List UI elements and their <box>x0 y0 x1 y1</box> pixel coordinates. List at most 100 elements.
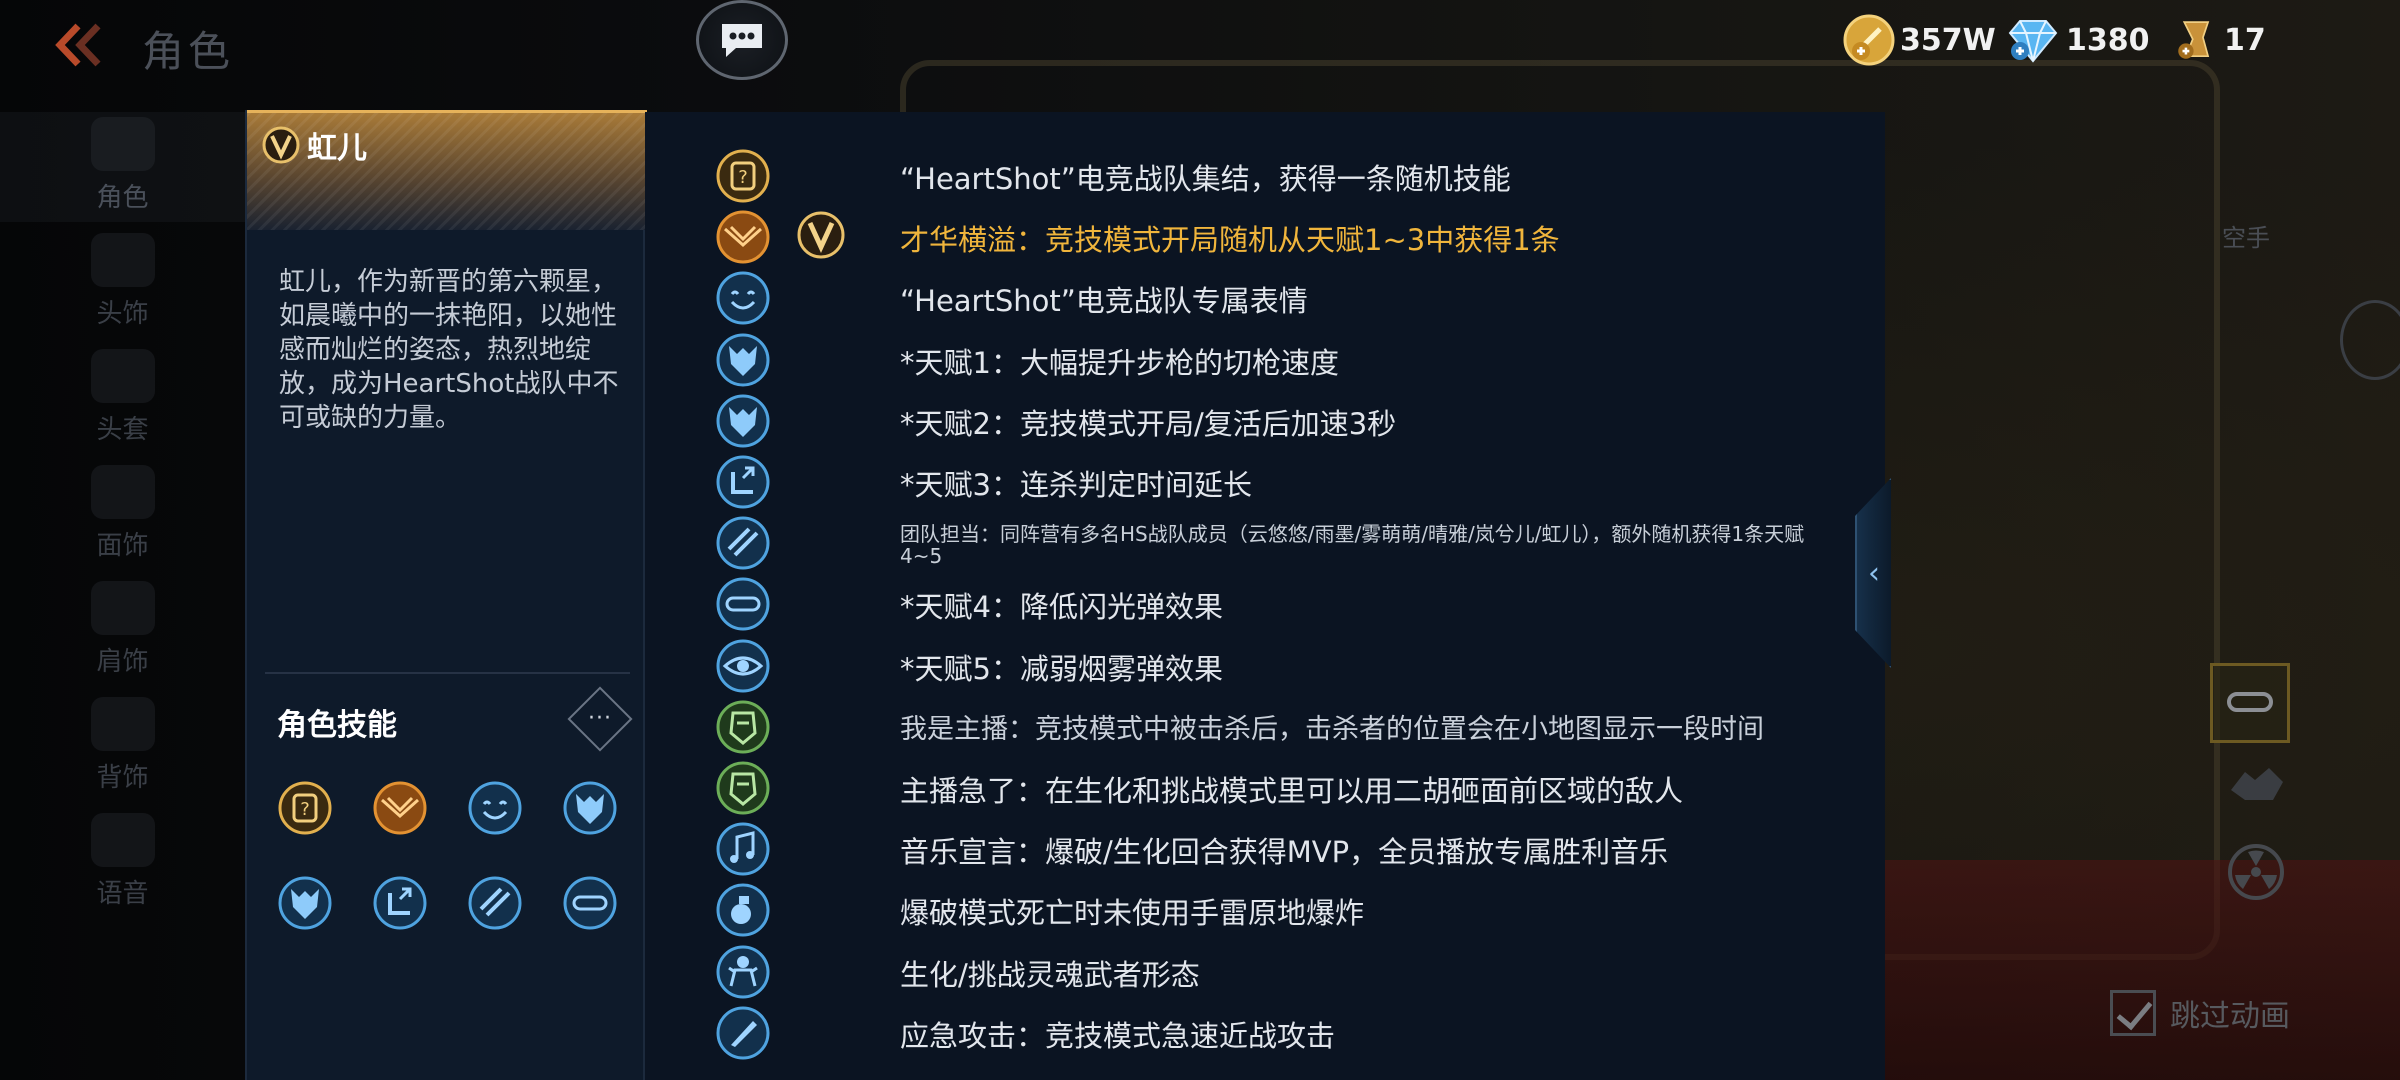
skill-slot[interactable] <box>372 875 428 931</box>
skill-detail-text: 爆破模式死亡时未使用手雷原地爆炸 <box>900 896 1365 931</box>
divider <box>265 672 630 674</box>
skill-detail-row: 音乐宣言：爆破/生化回合获得MVP，全员播放专属胜利音乐 <box>645 815 1885 876</box>
smile-emote-icon <box>468 781 522 835</box>
nav-item-headwear[interactable]: 头饰 <box>0 228 245 338</box>
skills-detail-panel: ? “HeartShot”电竞战队集结，获得一条随机技能才华横溢：竞技模式开局随机… <box>645 112 1885 1080</box>
top-bar: 角色 357W 1380 17 <box>0 0 2400 90</box>
skill-detail-text: *天赋5：减弱烟雾弹效果 <box>900 651 1223 686</box>
character-name-row: 虹儿 <box>261 121 367 169</box>
skill-detail-row: *天赋1：大幅提升步枪的切枪速度 <box>645 326 1885 387</box>
back-button[interactable] <box>50 18 120 72</box>
skill-slot[interactable] <box>372 780 428 836</box>
skill-detail-text: “HeartShot”电竞战队集结，获得一条随机技能 <box>900 162 1511 196</box>
nav-item-voice[interactable]: 语音 <box>0 808 245 918</box>
skill-detail-text: 应急攻击：竞技模式急速近战攻击 <box>900 1018 1336 1053</box>
nav-item-label: 头饰 <box>96 299 149 329</box>
boot-up-arrow-icon <box>373 876 427 930</box>
skill-detail-row: “HeartShot”电竞战队专属表情 <box>645 264 1885 325</box>
radiation-icon <box>2228 844 2284 900</box>
skill-detail-text: “HeartShot”电竞战队专属表情 <box>900 284 1308 319</box>
mystery-skill-icon: ? <box>716 149 770 203</box>
wolf-head-icon <box>716 333 770 387</box>
nav-item-back[interactable]: 背饰 <box>0 692 245 802</box>
skill-detail-row: ? “HeartShot”电竞战队集结，获得一条随机技能 <box>645 142 1885 203</box>
nav-item-face[interactable]: 面饰 <box>0 460 245 570</box>
left-nav: 角色 头饰 头套 面饰 肩饰 背饰 语音 <box>0 112 245 1080</box>
role-icon <box>90 117 155 171</box>
skill-slot[interactable]: ? <box>277 780 333 836</box>
nav-item-hood[interactable]: 头套 <box>0 344 245 454</box>
skill-detail-text: 我是主播：竞技模式中被击杀后，击杀者的位置会在小地图显示一段时间 <box>900 713 1764 745</box>
svg-text:?: ? <box>738 167 748 188</box>
eye-shield-icon <box>716 639 770 693</box>
nav-item-label: 背饰 <box>96 763 149 793</box>
chat-bubble-icon <box>722 24 762 57</box>
goggles-icon <box>2227 692 2273 712</box>
nav-item-role[interactable]: 角色 <box>0 112 245 222</box>
wolf-silhouette-button[interactable] <box>2225 760 2289 810</box>
chevron-left-icon: ‹ <box>1868 555 1880 591</box>
nav-item-label: 肩饰 <box>96 647 149 677</box>
skill-slot[interactable] <box>277 875 333 931</box>
v-rank-badge-icon <box>797 211 845 259</box>
goggles-icon <box>716 577 770 631</box>
nav-item-label: 角色 <box>96 183 149 213</box>
page-title: 角色 <box>142 27 235 76</box>
wolf-head-icon <box>563 781 617 835</box>
skill-detail-text: 主播急了：在生化和挑战模式里可以用二胡砸面前区域的敌人 <box>900 774 1684 808</box>
gold-currency[interactable]: 357W <box>1842 12 1996 68</box>
skill-detail-row: 生化/挑战灵魂武者形态 <box>645 938 1885 999</box>
smile-emote-icon <box>716 271 770 325</box>
ticket-currency[interactable]: 17 <box>2174 12 2266 68</box>
skill-detail-text: 生化/挑战灵魂武者形态 <box>900 957 1200 992</box>
more-skills-button[interactable]: ··· <box>567 686 633 752</box>
face-accessory-icon <box>90 465 155 519</box>
skill-detail-row: 我是主播：竞技模式中被击杀后，击杀者的位置会在小地图显示一段时间 <box>645 693 1885 754</box>
skill-detail-row: 团队担当：同阵营有多名HS战队成员（云悠悠/雨墨/雾萌萌/晴雅/岚兮儿/虹儿），… <box>645 509 1885 570</box>
skills-title: 角色技能 <box>277 708 397 743</box>
skill-slot[interactable] <box>467 875 523 931</box>
skip-animation-label: 跳过动画 <box>2170 999 2290 1034</box>
chat-button[interactable] <box>696 0 788 80</box>
goggles-toggle-button[interactable] <box>2210 663 2290 743</box>
backpack-icon <box>90 697 155 751</box>
nav-item-label: 面饰 <box>96 531 149 561</box>
skill-detail-row: 才华横溢：竞技模式开局随机从天赋1~3中获得1条 <box>645 203 1885 264</box>
skill-detail-row: *天赋3：连杀判定时间延长 <box>645 448 1885 509</box>
gold-coin-plus-icon <box>1843 14 1895 66</box>
ticket-amount: 17 <box>2224 22 2266 58</box>
streamer-mask-icon <box>716 700 770 754</box>
mystery-skill-icon: ? <box>278 781 332 835</box>
skill-slot[interactable] <box>467 780 523 836</box>
skill-detail-text: *天赋1：大幅提升步枪的切枪速度 <box>900 345 1339 380</box>
skill-detail-row: 爆破模式死亡时未使用手雷原地爆炸 <box>645 876 1885 937</box>
skip-animation-toggle[interactable]: 跳过动画 <box>2110 990 2290 1036</box>
slash-armor-icon <box>716 516 770 570</box>
nav-item-shoulder[interactable]: 肩饰 <box>0 576 245 686</box>
checkbox[interactable] <box>2110 990 2156 1036</box>
gold-amount: 357W <box>1900 22 1996 58</box>
wolf-head-icon <box>716 394 770 448</box>
skill-slot[interactable] <box>562 780 618 836</box>
phoenix-wings-icon <box>716 210 770 264</box>
character-name: 虹儿 <box>307 131 367 166</box>
voice-icon <box>90 813 155 867</box>
phoenix-wings-icon <box>373 781 427 835</box>
diamond-currency[interactable]: 1380 <box>2004 12 2150 68</box>
diamond-amount: 1380 <box>2066 22 2150 58</box>
skill-detail-row: *天赋2：竞技模式开局/复活后加速3秒 <box>645 387 1885 448</box>
music-note-icon <box>716 822 770 876</box>
scene-floor <box>1880 860 2400 1080</box>
character-description: 虹儿，作为新晋的第六颗星，如晨曦中的一抹艳阳，以她性感而灿烂的姿态，热烈地绽放，… <box>279 267 619 433</box>
skill-detail-text: 团队担当：同阵营有多名HS战队成员（云悠悠/雨墨/雾萌萌/晴雅/岚兮儿/虹儿），… <box>900 522 1805 569</box>
skill-detail-text: *天赋3：连杀判定时间延长 <box>900 468 1252 502</box>
empty-hand-label[interactable]: 空手 <box>2222 218 2270 253</box>
v-rank-badge-icon <box>262 126 300 164</box>
hood-icon <box>90 349 155 403</box>
trophy-ticket-plus-icon <box>2178 21 2210 59</box>
skill-slot[interactable] <box>562 875 618 931</box>
radiation-button[interactable] <box>2226 842 2286 902</box>
diamond-plus-icon <box>2008 20 2058 63</box>
boot-up-arrow-icon <box>716 455 770 509</box>
skill-detail-row: *天赋4：降低闪光弹效果 <box>645 570 1885 631</box>
